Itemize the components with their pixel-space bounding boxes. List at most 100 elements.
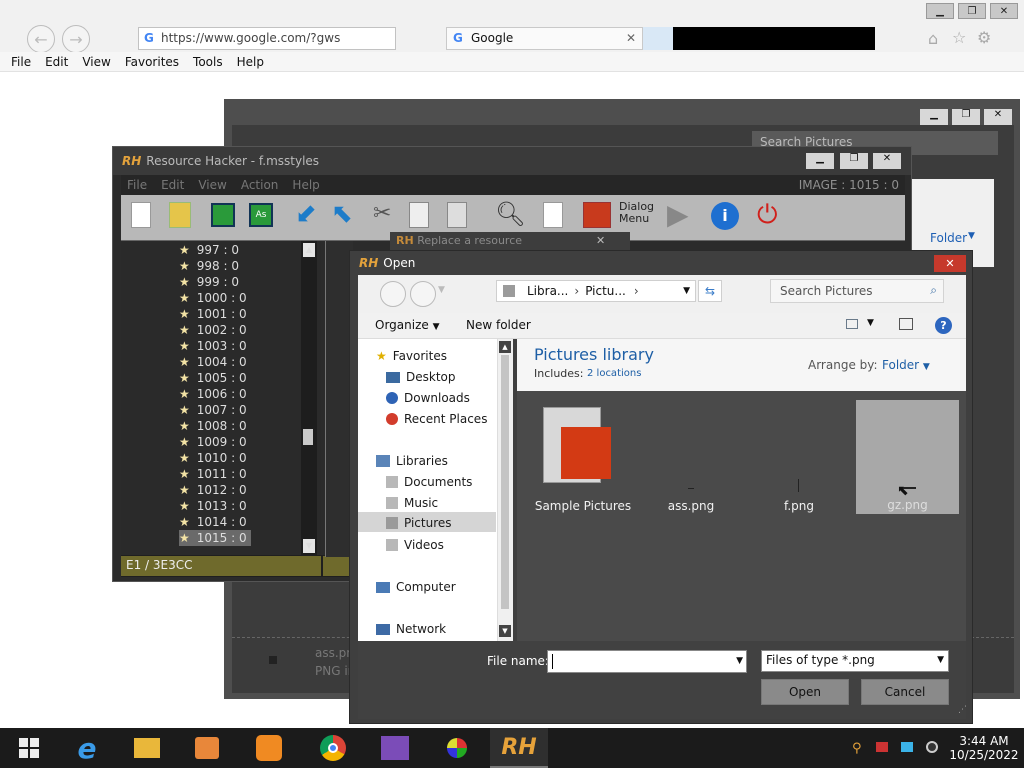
close-button[interactable]: ✕ [990, 3, 1018, 19]
tree-item[interactable]: ★ 1002 : 0 [179, 322, 247, 338]
view-icon[interactable] [846, 319, 858, 329]
forward-button[interactable] [410, 281, 436, 307]
tree-item[interactable]: ★ 1004 : 0 [179, 354, 247, 370]
resize-grip-icon[interactable]: ⋰ [958, 705, 967, 715]
media-player-taskbar-button[interactable] [178, 728, 236, 768]
menu-help[interactable]: Help [237, 55, 264, 69]
open-folder-icon[interactable] [169, 202, 191, 228]
explorer-taskbar-button[interactable] [118, 728, 176, 768]
chevron-down-icon[interactable]: ▼ [683, 286, 690, 296]
find-icon[interactable]: 🔍︎ [495, 200, 525, 228]
rh-menu-help[interactable]: Help [292, 178, 319, 192]
scroll-down-icon[interactable]: ▼ [303, 539, 315, 553]
ie-taskbar-button[interactable]: e [58, 728, 116, 768]
start-button[interactable] [0, 728, 58, 768]
nav-libraries[interactable]: Libraries [376, 454, 448, 468]
cancel-button[interactable]: Cancel [861, 679, 949, 705]
tray-search-icon[interactable]: ⚲ [852, 741, 862, 756]
nav-scrollbar[interactable]: ▲ ▼ [497, 339, 513, 641]
tree-scrollbar[interactable]: ▲ ▼ [301, 241, 317, 557]
uc-browser-taskbar-button[interactable] [240, 728, 298, 768]
nav-favorites[interactable]: ★ Favorites [376, 349, 447, 363]
nav-documents[interactable]: Documents [386, 475, 472, 489]
new-folder-button[interactable]: New folder [466, 318, 531, 332]
scroll-thumb[interactable] [303, 429, 313, 445]
add-image-icon[interactable] [583, 202, 611, 228]
rh-menu-action[interactable]: Action [241, 178, 279, 192]
close-button[interactable]: ✕ [984, 109, 1012, 125]
refresh-icon[interactable]: ⇆ [698, 280, 722, 302]
tree-item[interactable]: ★ 1012 : 0 [179, 482, 247, 498]
close-button[interactable]: ✕ [873, 153, 901, 169]
play-icon[interactable]: ▶ [667, 200, 695, 230]
tree-item[interactable]: ★ 1005 : 0 [179, 370, 247, 386]
menu-edit[interactable]: Edit [45, 55, 68, 69]
maximize-button[interactable]: ❐ [952, 109, 980, 125]
resource-hacker-taskbar-button[interactable]: RH [490, 728, 548, 768]
breadcrumb[interactable]: Libra... › Pictu... › ▼ [496, 280, 696, 302]
filename-input[interactable]: ▼ [547, 650, 747, 673]
minimize-button[interactable]: ▁ [920, 109, 948, 125]
rh-menu-edit[interactable]: Edit [161, 178, 184, 192]
arrow-up-left-icon[interactable]: ⬉ [331, 200, 359, 228]
nav-music[interactable]: Music [386, 496, 438, 510]
breadcrumb-item[interactable]: Pictu... [585, 284, 626, 298]
tree-item[interactable]: ★ 1006 : 0 [179, 386, 247, 402]
cut-icon[interactable]: ✂ [373, 201, 401, 229]
breadcrumb-item[interactable]: Libra... [527, 284, 568, 298]
address-bar[interactable]: G https://www.google.com/?gws [138, 27, 396, 50]
tree-item[interactable]: ★ 1015 : 0 [179, 530, 251, 546]
vs-taskbar-button[interactable] [366, 728, 424, 768]
minimize-button[interactable]: ▁ [926, 3, 954, 19]
tree-item[interactable]: ★ 1001 : 0 [179, 306, 247, 322]
back-button[interactable] [380, 281, 406, 307]
favorites-star-icon[interactable]: ☆ [952, 28, 966, 47]
save-icon[interactable] [211, 203, 235, 227]
tray-network-icon[interactable] [901, 742, 913, 752]
file-ass-png[interactable]: ass.png [639, 499, 743, 513]
menu-tools[interactable]: Tools [193, 55, 223, 69]
scroll-down-icon[interactable]: ▼ [499, 625, 511, 637]
sample-pictures-folder-icon[interactable] [539, 405, 615, 485]
tray-flag-icon[interactable] [876, 742, 888, 752]
rh-menu-view[interactable]: View [198, 178, 226, 192]
maximize-button[interactable]: ❐ [840, 153, 868, 169]
tray-volume-icon[interactable] [926, 741, 938, 753]
copy-icon[interactable] [409, 202, 429, 228]
open-button[interactable]: Open [761, 679, 849, 705]
info-icon[interactable]: i [711, 202, 739, 230]
organize-button[interactable]: Organize ▼ [375, 318, 440, 332]
nav-videos[interactable]: Videos [386, 538, 444, 552]
help-icon[interactable]: ? [935, 317, 952, 334]
clock[interactable]: 3:44 AM 10/25/2022 [948, 734, 1020, 762]
color-app-taskbar-button[interactable] [428, 728, 486, 768]
tree-item[interactable]: ★ 1011 : 0 [179, 466, 247, 482]
home-icon[interactable]: ⌂ [928, 29, 938, 48]
rh-menu-file[interactable]: File [127, 178, 147, 192]
tree-item[interactable]: ★ 1007 : 0 [179, 402, 247, 418]
tree-item[interactable]: ★ 1003 : 0 [179, 338, 247, 354]
arrange-value[interactable]: Folder [930, 231, 967, 245]
nav-computer[interactable]: Computer [376, 580, 456, 594]
search-input[interactable]: Search Pictures ⌕ [770, 279, 944, 303]
paste-icon[interactable] [447, 202, 467, 228]
tab-close-icon[interactable]: ✕ [626, 28, 636, 49]
menu-favorites[interactable]: Favorites [125, 55, 179, 69]
menu-view[interactable]: View [82, 55, 110, 69]
nav-recent-places[interactable]: Recent Places [386, 412, 487, 426]
arrange-dropdown[interactable]: Folder ▼ [882, 358, 930, 372]
tree-item[interactable]: ★ 1014 : 0 [179, 514, 247, 530]
tree-item[interactable]: ★ 1008 : 0 [179, 418, 247, 434]
nav-network[interactable]: Network [376, 622, 446, 636]
tree-item[interactable]: ★ 998 : 0 [179, 258, 239, 274]
power-icon[interactable]: ⏻ [757, 201, 785, 229]
chevron-down-icon[interactable]: ▼ [736, 656, 743, 666]
scroll-up-icon[interactable]: ▲ [303, 243, 315, 257]
chrome-taskbar-button[interactable] [304, 728, 362, 768]
add-resource-icon[interactable] [543, 202, 563, 228]
close-icon[interactable]: ✕ [596, 234, 605, 247]
chevron-down-icon[interactable]: ▼ [867, 318, 874, 328]
arrow-down-left-icon[interactable]: ⬋ [295, 200, 323, 228]
tree-item[interactable]: ★ 1000 : 0 [179, 290, 247, 306]
back-button[interactable]: ← [27, 25, 55, 53]
